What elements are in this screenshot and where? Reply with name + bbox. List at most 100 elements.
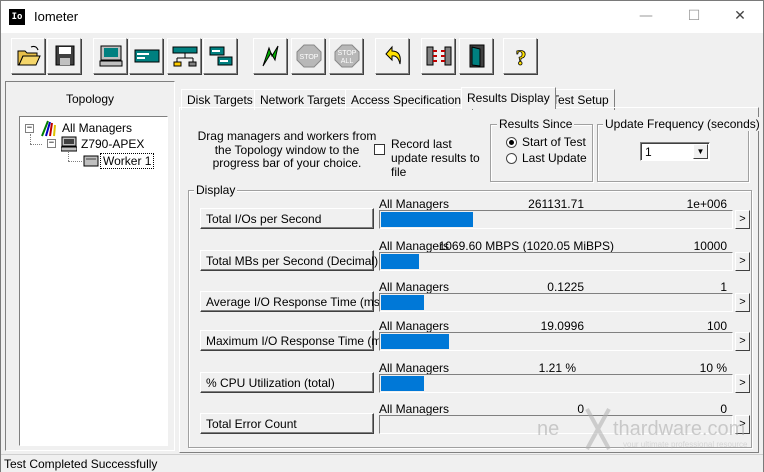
show-performance-data-button[interactable]: [93, 38, 127, 74]
tree-node-manager[interactable]: Z790-APEX: [81, 137, 144, 151]
metric-progress-bar: [379, 374, 733, 393]
close-button[interactable]: ✕: [717, 1, 763, 32]
metric-progress-bar: [379, 293, 733, 312]
start-new-manager-button[interactable]: [129, 38, 163, 74]
reset-arrow-icon: [385, 45, 401, 65]
worker-icon: [83, 155, 99, 167]
metric-max: 100: [706, 319, 727, 333]
record-results-checkbox[interactable]: [374, 144, 385, 155]
save-config-button[interactable]: [47, 38, 81, 74]
exit-door-icon: [469, 44, 485, 68]
topology-title: Topology: [65, 92, 115, 106]
record-results-label: Record last update results to file: [391, 137, 480, 179]
metric-max: 10 %: [699, 361, 727, 375]
metric-progress-bar: [379, 210, 733, 229]
metric-max: 10000: [693, 239, 727, 253]
computer-icon: [99, 45, 123, 67]
manager-computer-icon: [61, 136, 77, 152]
tab-results-display[interactable]: Results Display: [461, 87, 556, 109]
metric-progress-fill: [381, 376, 424, 391]
metric-expand-arrow-button[interactable]: >: [735, 293, 750, 312]
stop-all-label: STOP: [338, 50, 357, 57]
exit-button[interactable]: [459, 38, 493, 74]
display-title: Display: [194, 183, 238, 197]
metric-progress-fill: [381, 254, 419, 269]
metric-progress-fill: [381, 295, 424, 310]
question-mark-icon: ?: [515, 45, 527, 68]
metric-manager-label: All Managers: [379, 280, 450, 294]
disconnect-network-button[interactable]: [421, 38, 455, 74]
metric-button-cpu-utilization-total[interactable]: % CPU Utilization (total): [200, 372, 374, 393]
update-frequency-value: 1: [645, 145, 652, 159]
svg-text:ne: ne: [537, 418, 559, 440]
about-button[interactable]: ?: [503, 38, 537, 74]
radio-last-update[interactable]: [506, 153, 517, 164]
stop-all-icon: STOP ALL: [334, 44, 360, 68]
stop-all-button[interactable]: STOP ALL: [329, 38, 363, 74]
topology-panel: Topology − All Managers − Z790-APEX Work…: [5, 81, 175, 451]
metric-manager-label: All Managers: [379, 402, 450, 416]
status-bar: Test Completed Successfully: [1, 454, 763, 472]
metric-button-maximum-i-o-response-time-ms[interactable]: Maximum I/O Response Time (ms): [200, 330, 391, 351]
svg-text:your ultimate professional res: your ultimate professional resource: [623, 440, 748, 449]
tree-node-worker[interactable]: Worker 1: [100, 153, 155, 169]
minimize-button[interactable]: —: [623, 1, 669, 32]
metric-manager-label: All Managers: [379, 319, 450, 333]
metric-button-total-i-os-per-second[interactable]: Total I/Os per Second: [200, 208, 374, 229]
radio-start-of-test-label: Start of Test: [522, 135, 586, 149]
metric-progress-fill: [381, 212, 473, 227]
metric-max: 1: [720, 280, 727, 294]
nexthardware-watermark-logo: ne thardware.com your ultimate professio…: [537, 408, 748, 450]
status-text: Test Completed Successfully: [4, 457, 158, 471]
tree-node-all-managers[interactable]: All Managers: [62, 121, 132, 135]
start-disk-worker-button[interactable]: [167, 38, 201, 74]
metric-expand-arrow-button[interactable]: >: [735, 252, 750, 271]
metric-button-total-error-count[interactable]: Total Error Count: [200, 413, 374, 434]
metric-expand-arrow-button[interactable]: >: [735, 210, 750, 229]
start-tests-button[interactable]: [253, 38, 287, 74]
disconnect-icon: [426, 46, 452, 66]
network-worker-icon: [209, 46, 233, 66]
iometer-window: Io Iometer — ☐ ✕ STOP STOP ALL ? Topolog…: [0, 0, 764, 472]
metric-expand-arrow-button[interactable]: >: [735, 332, 750, 351]
topology-tree: − All Managers − Z790-APEX Worker 1: [19, 116, 168, 446]
radio-last-update-label: Last Update: [522, 151, 587, 165]
metric-button-total-mbs-per-second-decimal[interactable]: Total MBs per Second (Decimal): [200, 250, 378, 271]
drag-instructions: Drag managers and workers from the Topol…: [197, 129, 377, 170]
results-since-title: Results Since: [497, 117, 575, 131]
update-frequency-title: Update Frequency (seconds): [603, 117, 762, 131]
metric-expand-arrow-button[interactable]: >: [735, 374, 750, 393]
green-flag-icon: [262, 45, 279, 67]
radio-start-of-test[interactable]: [506, 137, 517, 148]
stop-sign-icon: STOP: [296, 44, 322, 68]
metric-manager-label: All Managers: [379, 197, 450, 211]
maximize-button[interactable]: ☐: [671, 1, 717, 32]
metric-button-average-i-o-response-time-ms[interactable]: Average I/O Response Time (ms): [200, 291, 384, 312]
manager-icon: [134, 49, 160, 63]
metric-value: 0.1225: [547, 280, 584, 294]
metric-value: 261131.71: [528, 197, 584, 211]
stop-button[interactable]: STOP: [291, 38, 325, 74]
toolbar: STOP STOP ALL ?: [1, 34, 763, 78]
title-bar: Io Iometer — ☐ ✕: [1, 1, 763, 33]
disk-worker-icon: [172, 46, 198, 67]
svg-text:thardware.com: thardware.com: [613, 418, 745, 440]
reset-workers-button[interactable]: [375, 38, 409, 74]
metric-progress-bar: [379, 332, 733, 351]
metric-value: 19.0996: [540, 319, 584, 333]
tree-collapse-root-icon[interactable]: −: [25, 124, 34, 133]
svg-text:?: ?: [516, 45, 527, 68]
metric-progress-fill: [381, 334, 449, 349]
all-managers-icon: [41, 120, 56, 137]
iometer-app-icon: Io: [9, 9, 25, 25]
metric-manager-label: All Managers: [379, 361, 450, 375]
start-network-worker-button[interactable]: [203, 38, 237, 74]
update-frequency-select[interactable]: 1 ▼: [640, 142, 710, 161]
tree-collapse-manager-icon[interactable]: −: [47, 139, 56, 148]
worker-label: Worker 1: [100, 153, 155, 169]
chevron-down-icon[interactable]: ▼: [693, 144, 708, 159]
metric-value: 1069.60 MBPS (1020.05 MiBPS): [438, 239, 614, 253]
metric-value: 1.21 %: [538, 361, 576, 375]
floppy-disk-icon: [55, 45, 75, 66]
open-config-button[interactable]: [11, 38, 45, 74]
